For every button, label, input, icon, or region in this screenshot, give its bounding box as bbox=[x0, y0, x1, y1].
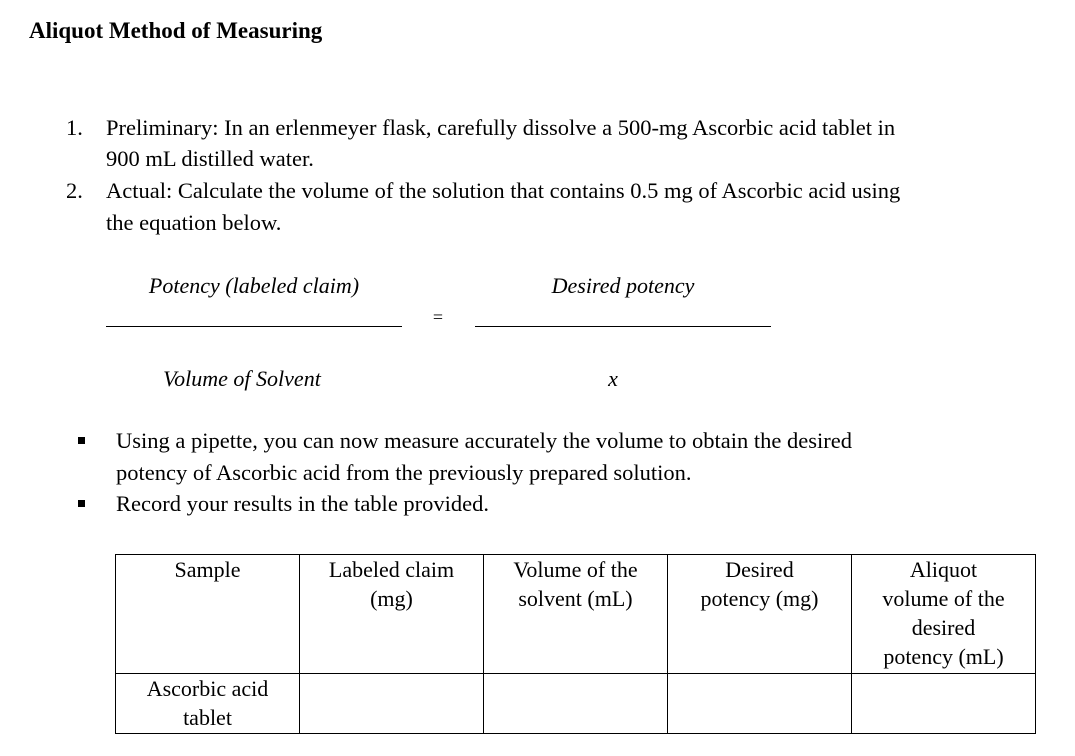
cell-volume-solvent[interactable] bbox=[483, 673, 668, 734]
table-row: Ascorbic acid tablet bbox=[115, 673, 1036, 734]
bullet-marker bbox=[78, 500, 85, 507]
header-text: (mg) bbox=[370, 586, 413, 611]
right-numerator: Desired potency bbox=[551, 273, 695, 298]
header-text: Desired bbox=[725, 557, 794, 582]
cell-text: Ascorbic acid bbox=[146, 676, 269, 701]
header-labeled-claim: Labeled claim (mg) bbox=[299, 554, 484, 674]
left-fraction-line bbox=[106, 326, 402, 327]
equals-sign: = bbox=[432, 307, 444, 327]
step-1-line-2: 900 mL distilled water. bbox=[106, 146, 314, 171]
header-sample: Sample bbox=[115, 554, 300, 674]
header-text: potency (mg) bbox=[700, 586, 819, 611]
document-title: Aliquot Method of Measuring bbox=[29, 18, 323, 43]
right-denominator: x bbox=[608, 366, 618, 391]
header-aliquot-volume: Aliquot volume of the desired potency (m… bbox=[851, 554, 1036, 674]
header-text: Labeled claim bbox=[328, 557, 455, 582]
step-number: 2. bbox=[66, 178, 83, 203]
header-desired-potency: Desired potency (mg) bbox=[667, 554, 852, 674]
left-denominator: Volume of Solvent bbox=[163, 366, 321, 391]
bullet-marker bbox=[78, 437, 85, 444]
table-header-row: Sample Labeled claim (mg) Volume of the … bbox=[115, 554, 1036, 674]
step-number: 1. bbox=[66, 115, 83, 140]
bullet-1-line-2: potency of Ascorbic acid from the previo… bbox=[116, 460, 692, 485]
step-2-line-1: Actual: Calculate the volume of the solu… bbox=[106, 178, 901, 203]
step-1-line-1: Preliminary: In an erlenmeyer flask, car… bbox=[106, 115, 896, 140]
bullet-2-line-1: Record your results in the table provide… bbox=[116, 491, 490, 516]
header-text: desired bbox=[911, 615, 976, 640]
header-text: Aliquot bbox=[909, 557, 978, 582]
header-volume-solvent: Volume of the solvent (mL) bbox=[483, 554, 668, 674]
header-text: solvent (mL) bbox=[518, 586, 633, 611]
left-numerator: Potency (labeled claim) bbox=[148, 273, 360, 298]
cell-labeled-claim[interactable] bbox=[299, 673, 484, 734]
cell-text: tablet bbox=[183, 705, 232, 730]
cell-desired-potency[interactable] bbox=[667, 673, 852, 734]
header-text: Sample bbox=[174, 557, 241, 582]
cell-aliquot-volume[interactable] bbox=[851, 673, 1036, 734]
header-text: volume of the bbox=[882, 586, 1005, 611]
header-text: Volume of the bbox=[513, 557, 638, 582]
step-2-line-2: the equation below. bbox=[106, 210, 282, 235]
header-text: potency (mL) bbox=[883, 644, 1004, 669]
right-fraction-line bbox=[475, 326, 771, 327]
cell-sample: Ascorbic acid tablet bbox=[115, 673, 300, 734]
results-table: Sample Labeled claim (mg) Volume of the … bbox=[115, 554, 1036, 734]
bullet-1-line-1: Using a pipette, you can now measure acc… bbox=[116, 428, 853, 453]
